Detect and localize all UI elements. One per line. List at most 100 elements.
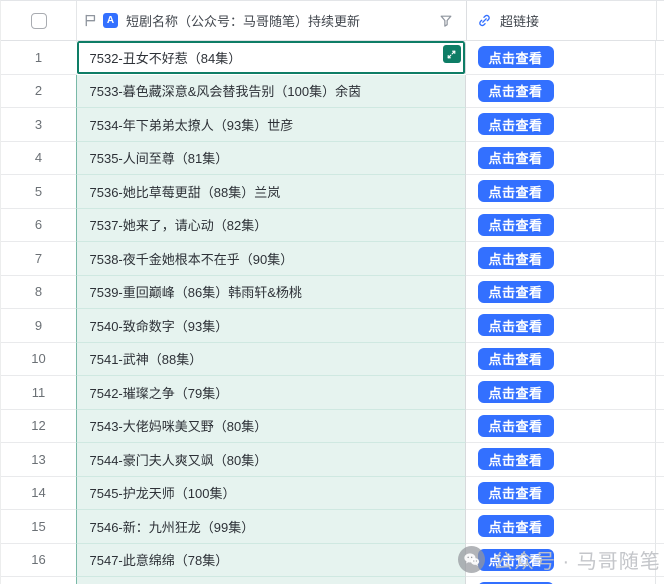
- hyperlink-icon: [477, 13, 492, 28]
- row-number: 15: [1, 510, 77, 544]
- filter-funnel-icon[interactable]: [439, 14, 453, 28]
- table-row: 117542-璀璨之争（79集）点击查看: [1, 376, 664, 410]
- hyperlink-cell: 点击查看: [466, 443, 656, 477]
- hyperlink-cell: 点击查看: [466, 544, 656, 578]
- table-row: 57536-她比草莓更甜（88集）兰岚点击查看: [1, 175, 664, 209]
- hyperlink-cell: 点击查看: [466, 75, 656, 109]
- table-row: 67537-她来了，请心动（82集）点击查看: [1, 209, 664, 243]
- view-link-button[interactable]: 点击查看: [478, 448, 554, 470]
- view-link-button[interactable]: 点击查看: [478, 180, 554, 202]
- drama-name-cell[interactable]: 7539-重回巅峰（86集）韩雨轩&杨桃: [76, 276, 466, 310]
- view-link-button[interactable]: 点击查看: [478, 147, 554, 169]
- table-row: 3 7534-年下弟弟太撩人（93集）世彦 点击查看: [1, 108, 664, 142]
- name-column-title: 短剧名称（公众号：马哥随笔）持续更新: [126, 11, 360, 30]
- view-link-button[interactable]: 点击查看: [478, 247, 554, 269]
- row-number: 12: [1, 410, 77, 444]
- drama-name-text: 7534-年下弟弟太撩人（93集）世彦: [90, 115, 294, 134]
- row-spacer: [656, 577, 664, 584]
- bitable-grid: A 短剧名称（公众号：马哥随笔）持续更新 超链接 17532-丑女不好惹（84集…: [0, 0, 664, 584]
- drama-name-cell[interactable]: 7538-夜千金她根本不在乎（90集）: [76, 242, 466, 276]
- drama-name-cell[interactable]: 7536-她比草莓更甜（88集）兰岚: [76, 175, 466, 209]
- drama-name-cell[interactable]: 7535-人间至尊（81集）: [76, 142, 466, 176]
- view-link-button[interactable]: 点击查看: [478, 381, 554, 403]
- expand-record-icon[interactable]: [443, 45, 461, 63]
- drama-name-cell[interactable]: 7543-大佬妈咪美又野（80集）: [76, 410, 466, 444]
- table-row: 47535-人间至尊（81集） 点击查看: [1, 142, 664, 176]
- row-spacer: [656, 175, 664, 209]
- row-number: 16: [1, 544, 77, 578]
- drama-name-cell[interactable]: 7534-年下弟弟太撩人（93集）世彦: [76, 108, 466, 142]
- row-spacer: [656, 477, 664, 511]
- drama-name-text: 7544-豪门夫人爽又飒（80集）: [90, 450, 268, 469]
- row-spacer: [656, 410, 664, 444]
- drama-name-cell[interactable]: 7533-暮色藏深意&风会替我告别（100集）余茵: [76, 75, 466, 109]
- table-row: 15 7546-新：九州狂龙（99集） 点击查看: [1, 510, 664, 544]
- drama-name-cell[interactable]: [76, 577, 466, 584]
- drama-name-cell[interactable]: 7545-护龙天师（100集）: [76, 477, 466, 511]
- view-link-button[interactable]: 点击查看: [478, 415, 554, 437]
- row-number: 5: [1, 175, 77, 209]
- table-row: 12 7543-大佬妈咪美又野（80集） 点击查看: [1, 410, 664, 444]
- drama-name-text: 7547-此意绵绵（78集）: [90, 550, 229, 569]
- drama-name-text: 7537-她来了，请心动（82集）: [90, 215, 268, 234]
- text-field-icon: A: [103, 13, 118, 28]
- drama-name-cell[interactable]: 7540-致命数字（93集）: [76, 309, 466, 343]
- table-header-row: A 短剧名称（公众号：马哥随笔）持续更新 超链接: [1, 1, 664, 41]
- hyperlink-cell: 点击查看: [466, 577, 656, 584]
- view-link-button[interactable]: 点击查看: [478, 46, 554, 68]
- table-row: 点击查看: [1, 577, 664, 584]
- row-spacer: [656, 343, 664, 377]
- view-link-button[interactable]: 点击查看: [478, 515, 554, 537]
- row-spacer: [656, 276, 664, 310]
- row-spacer: [656, 510, 664, 544]
- view-link-button[interactable]: 点击查看: [478, 482, 554, 504]
- drama-name-text: 7532-丑女不好惹（84集）: [90, 48, 242, 67]
- drama-name-cell[interactable]: 7532-丑女不好惹（84集）: [76, 41, 466, 75]
- drama-name-cell[interactable]: 7537-她来了，请心动（82集）: [76, 209, 466, 243]
- table-row: 17532-丑女不好惹（84集）点击查看: [1, 41, 664, 75]
- row-spacer: [656, 443, 664, 477]
- drama-name-cell[interactable]: 7546-新：九州狂龙（99集）: [76, 510, 466, 544]
- hyperlink-cell: 点击查看: [466, 209, 656, 243]
- row-spacer: [656, 209, 664, 243]
- select-all-checkbox[interactable]: [31, 13, 47, 29]
- flag-icon: [83, 13, 98, 28]
- view-link-button[interactable]: 点击查看: [478, 214, 554, 236]
- drama-name-cell[interactable]: 7544-豪门夫人爽又飒（80集）: [76, 443, 466, 477]
- row-number: 14: [1, 477, 77, 511]
- header-spacer: [657, 1, 664, 40]
- row-spacer: [656, 376, 664, 410]
- hyperlink-cell: 点击查看: [466, 276, 656, 310]
- hyperlink-cell: 点击查看: [466, 142, 656, 176]
- drama-name-cell[interactable]: 7542-璀璨之争（79集）: [76, 376, 466, 410]
- row-number: 13: [1, 443, 77, 477]
- drama-name-text: 7539-重回巅峰（86集）韩雨轩&杨桃: [90, 282, 302, 301]
- row-spacer: [656, 108, 664, 142]
- row-number: [1, 577, 77, 584]
- table-body: 17532-丑女不好惹（84集）点击查看27533-暮色藏深意&风会替我告别（1…: [1, 41, 664, 584]
- row-number: 8: [1, 276, 77, 310]
- view-link-button[interactable]: 点击查看: [478, 549, 554, 571]
- row-spacer: [656, 142, 664, 176]
- view-link-button[interactable]: 点击查看: [478, 80, 554, 102]
- drama-name-text: 7546-新：九州狂龙（99集）: [90, 517, 255, 536]
- view-link-button[interactable]: 点击查看: [478, 113, 554, 135]
- view-link-button[interactable]: 点击查看: [478, 348, 554, 370]
- hyperlink-cell: 点击查看: [466, 477, 656, 511]
- column-header-hyperlink[interactable]: 超链接: [467, 1, 657, 40]
- drama-name-text: 7533-暮色藏深意&风会替我告别（100集）余茵: [90, 81, 362, 100]
- view-link-button[interactable]: 点击查看: [478, 314, 554, 336]
- row-number: 10: [1, 343, 77, 377]
- row-number: 3: [1, 108, 77, 142]
- drama-name-cell[interactable]: 7541-武神（88集）: [76, 343, 466, 377]
- row-spacer: [656, 242, 664, 276]
- view-link-button[interactable]: 点击查看: [478, 281, 554, 303]
- drama-name-text: 7543-大佬妈咪美又野（80集）: [90, 416, 268, 435]
- drama-name-text: 7545-护龙天师（100集）: [90, 483, 236, 502]
- table-row: 16 7547-此意绵绵（78集） 点击查看: [1, 544, 664, 578]
- column-header-name[interactable]: A 短剧名称（公众号：马哥随笔）持续更新: [77, 1, 467, 40]
- hyperlink-cell: 点击查看: [466, 376, 656, 410]
- table-row: 14 7545-护龙天师（100集） 点击查看: [1, 477, 664, 511]
- drama-name-cell[interactable]: 7547-此意绵绵（78集）: [76, 544, 466, 578]
- row-number: 4: [1, 142, 77, 176]
